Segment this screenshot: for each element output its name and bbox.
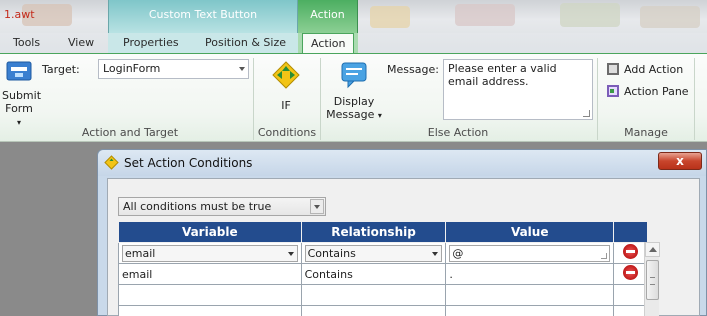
add-action-button[interactable]: Add Action [606,62,683,76]
if-button[interactable]: IF [268,60,304,112]
condition-mode-value: All conditions must be true [123,200,272,213]
blurred-app-region [370,6,410,28]
display-message-label: Display [333,95,375,108]
relationship-cell[interactable] [300,284,447,306]
blurred-app-region [455,4,515,26]
action-target-group-label: Action and Target [81,126,179,139]
message-textarea[interactable]: Please enter a valid email address. [443,59,593,120]
display-message-button[interactable]: Display Message ▾ [326,60,382,122]
value-input[interactable]: @ [449,244,611,262]
scrollbar-thumb[interactable] [646,260,659,300]
group-separator [253,58,254,140]
chevron-down-icon [432,251,439,256]
relationship-cell[interactable]: Contains [300,263,447,285]
dialog-body: All conditions must be true Variable Rel… [107,178,700,316]
submit-form-label-2: Form ▾ [5,102,33,127]
group-separator [597,58,598,140]
action-pane-label: Action Pane [624,85,689,98]
table-row [118,305,648,316]
delete-row-icon[interactable] [623,244,638,259]
title-bar: 1.awt Custom Text Button Action [0,0,707,33]
tab-properties[interactable]: Properties [123,36,179,49]
manage-group-label: Manage [624,126,668,139]
action-pane-icon [607,85,619,97]
context-tab-group-label: Custom Text Button [148,8,258,21]
close-icon: x [676,154,684,168]
else-action-group-label: Else Action [427,126,489,139]
column-header-relationship[interactable]: Relationship [300,221,447,243]
conditions-group-label: Conditions [257,126,317,139]
message-label: Message: [387,63,439,76]
blurred-app-region [640,6,700,28]
variable-cell[interactable] [118,305,302,316]
variable-cell[interactable]: email [118,242,302,264]
delete-cell [613,305,648,316]
set-action-conditions-dialog: Set Action Conditions x All conditions m… [97,149,707,316]
tab-position-size[interactable]: Position & Size [205,36,286,49]
add-action-icon [607,63,619,75]
relationship-cell[interactable]: Contains [300,242,447,264]
target-select[interactable]: LoginForm [98,59,249,79]
column-header-value[interactable]: Value [445,221,615,243]
relationship-select[interactable]: Contains [304,244,443,262]
chevron-down-icon [239,67,245,71]
column-header-variable[interactable]: Variable [118,221,302,243]
blurred-app-region [560,3,620,27]
tab-view[interactable]: View [68,36,94,49]
close-button[interactable]: x [658,152,702,170]
ribbon: Submit Form ▾ Target: LoginForm Action a… [0,53,707,142]
document-title: 1.awt [4,8,35,21]
resize-grip-icon[interactable] [583,110,590,117]
column-header-actions [613,221,648,243]
chevron-down-icon [287,251,294,256]
submit-form-button[interactable]: Submit Form ▾ [2,60,42,129]
delete-cell [613,242,648,264]
if-icon [272,61,300,89]
submit-form-icon [6,61,32,81]
table-row: email Contains . [118,263,648,285]
target-value: LoginForm [103,62,161,75]
chevron-down-icon[interactable] [310,199,324,214]
resize-grip-icon [601,252,608,259]
dialog-title: Set Action Conditions [124,156,253,170]
table-header-row: Variable Relationship Value [118,221,648,243]
value-cell[interactable]: . [445,263,615,285]
table-row: email Contains @ [118,242,648,264]
message-icon [341,62,367,89]
condition-mode-select[interactable]: All conditions must be true [118,197,326,216]
dialog-title-bar[interactable]: Set Action Conditions x [98,150,706,176]
variable-cell[interactable]: email [118,263,302,285]
submit-form-label: Submit [2,89,42,102]
group-separator [694,58,695,140]
relationship-cell[interactable] [300,305,447,316]
if-label: IF [281,99,291,112]
scroll-up-icon[interactable] [645,242,660,257]
variable-value: email [125,246,156,260]
variable-select[interactable]: email [122,244,298,262]
value-text: @ [452,246,464,260]
if-icon [104,155,119,170]
delete-cell [613,284,648,306]
vertical-scrollbar[interactable] [644,242,660,316]
action-tab-group: Action [298,0,358,33]
action-tab-group-label: Action [310,8,345,21]
tab-tools[interactable]: Tools [13,36,40,49]
tab-action[interactable]: Action [302,33,355,54]
value-cell[interactable] [445,305,615,316]
conditions-table: Variable Relationship Value email Contai… [118,221,648,316]
group-separator [320,58,321,140]
value-cell[interactable]: @ [445,242,615,264]
table-row [118,284,648,306]
context-tab-group: Custom Text Button [108,0,298,33]
delete-cell [613,263,648,285]
add-action-label: Add Action [624,63,684,76]
display-message-label-2: Message ▾ [326,108,382,121]
target-label: Target: [42,63,80,76]
delete-row-icon[interactable] [623,265,638,280]
message-value: Please enter a valid email address. [448,62,557,88]
relationship-value: Contains [307,246,356,260]
action-pane-button[interactable]: Action Pane [606,84,689,98]
variable-cell[interactable] [118,284,302,306]
value-cell[interactable] [445,284,615,306]
